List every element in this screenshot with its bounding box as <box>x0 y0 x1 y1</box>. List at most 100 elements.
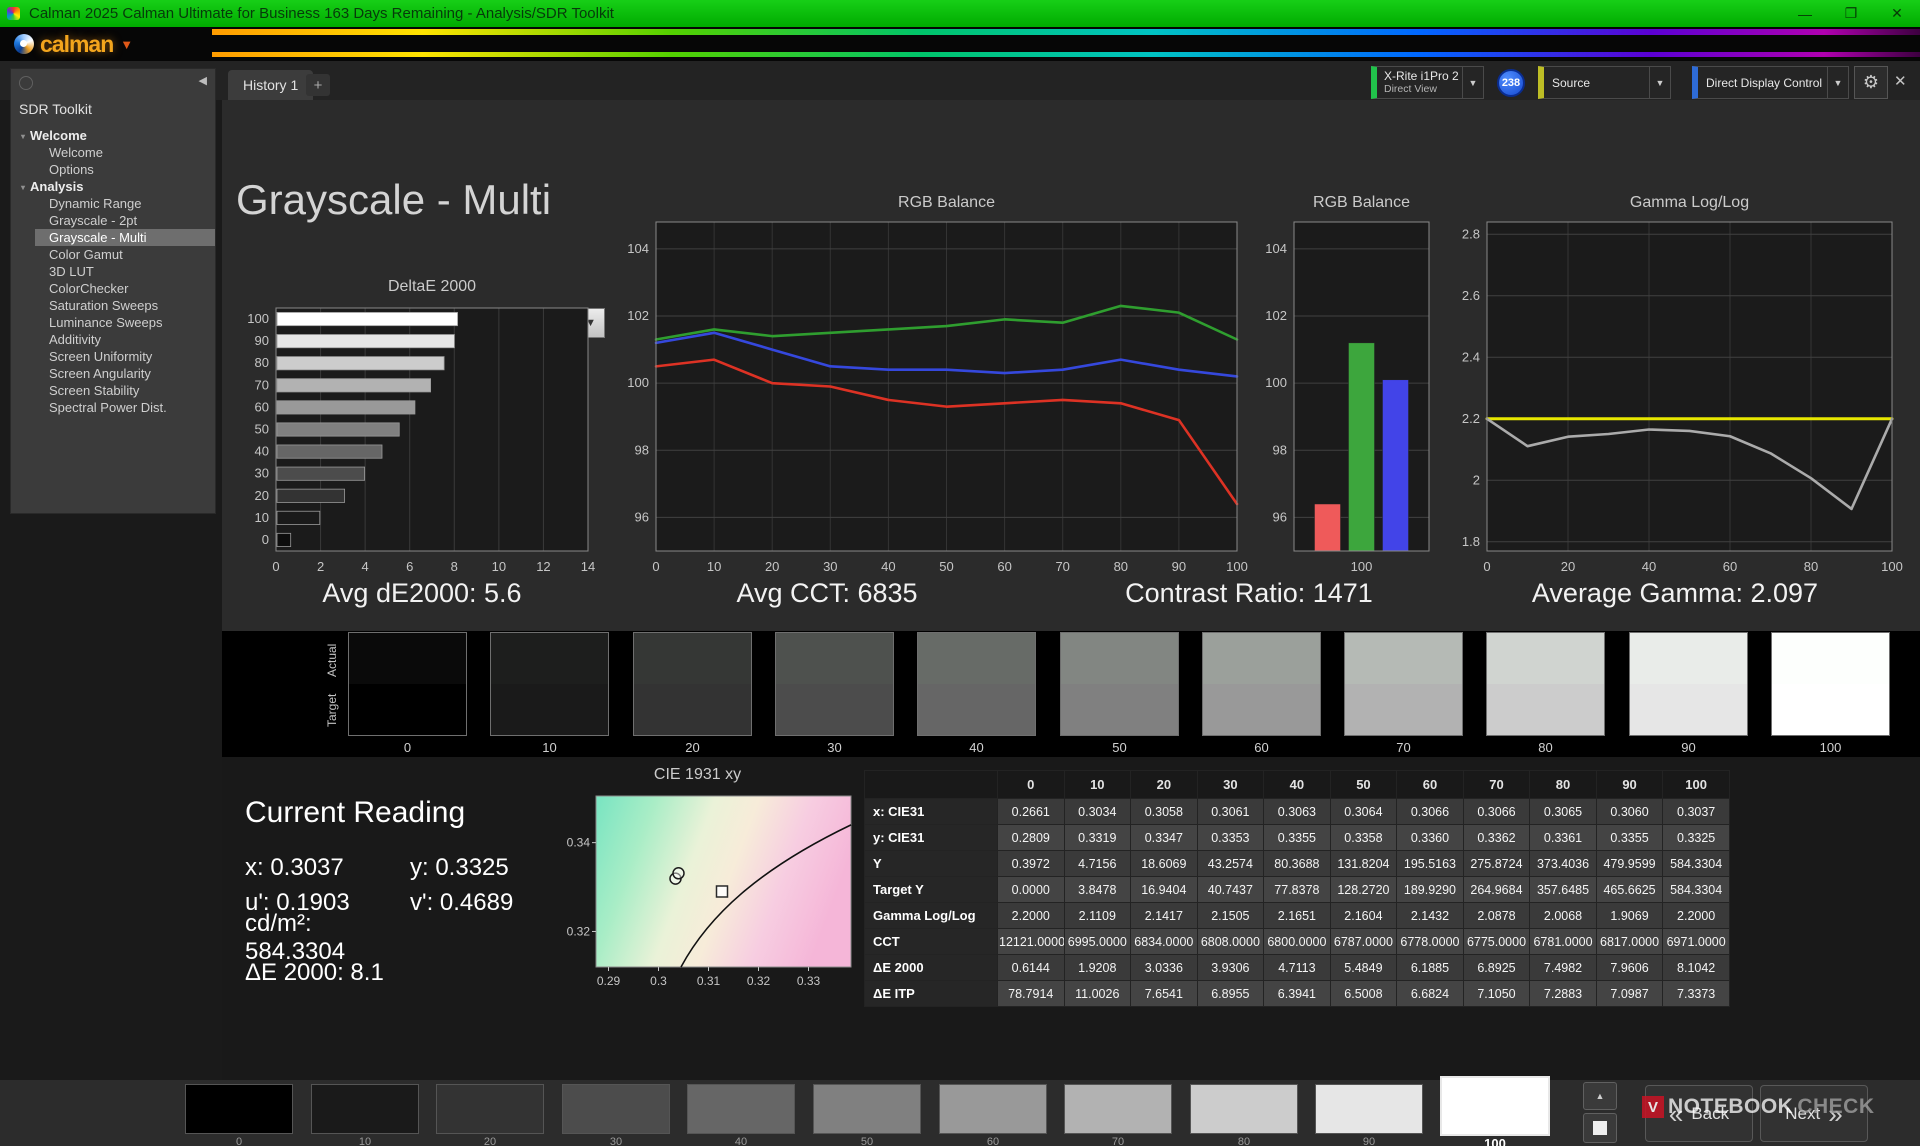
meter-status-badge[interactable]: 238 <box>1497 69 1525 97</box>
svg-text:0.32: 0.32 <box>567 924 591 938</box>
pattern-patch-50[interactable] <box>813 1084 921 1134</box>
sidebar-item-spectral-power-dist[interactable]: Spectral Power Dist. <box>35 399 215 416</box>
svg-text:60: 60 <box>255 399 269 414</box>
pattern-window-button[interactable] <box>1583 1113 1617 1143</box>
close-button[interactable]: ✕ <box>1874 0 1920 27</box>
tree-expand-icon[interactable]: ▾ <box>21 132 25 141</box>
table-cell: 4.7156 <box>1063 850 1132 877</box>
table-cell: 7.4982 <box>1529 954 1597 981</box>
table-cell: 80.3688 <box>1263 850 1331 877</box>
back-button[interactable]: « Back <box>1645 1085 1753 1142</box>
table-cell: 6.8955 <box>1196 980 1265 1007</box>
sidebar-item-3d-lut[interactable]: 3D LUT <box>35 263 215 280</box>
svg-text:10: 10 <box>492 559 506 574</box>
sidebar-item-label: Grayscale - Multi <box>49 230 147 245</box>
pattern-patch-label: 90 <box>1362 1136 1376 1146</box>
table-row: Gamma Log/Log 2.2000 2.1109 2.1417 2.1505 2.1… <box>864 902 1730 929</box>
table-cell: 3.9306 <box>1196 954 1265 981</box>
rgb-balance-bar-chart: 96 98 100 102 104 100 <box>1248 214 1448 589</box>
pattern-patch-60[interactable] <box>939 1084 1047 1134</box>
measurement-table: 0 10 20 30 40 50 60 70 80 90 100 x: CIE31 0.2661 0.30… <box>864 770 1730 1007</box>
pattern-patch-label: 60 <box>986 1136 1000 1146</box>
table-cell: 584.3304 <box>1662 876 1730 903</box>
svg-text:102: 102 <box>1265 308 1287 323</box>
svg-text:1.8: 1.8 <box>1462 534 1480 549</box>
pattern-patch-90[interactable] <box>1315 1084 1423 1134</box>
maximize-button[interactable]: ❐ <box>1828 0 1874 27</box>
swatch-actual <box>1630 633 1747 684</box>
swatch-target <box>491 684 608 735</box>
pattern-up-button[interactable]: ▲ <box>1583 1082 1617 1110</box>
swatch-cell-40 <box>917 632 1036 736</box>
table-cell: 0.3325 <box>1662 824 1730 851</box>
sidebar-item-analysis[interactable]: ▾ Analysis <box>11 178 215 195</box>
current-reading-line: ΔE 2000: 8.1 <box>245 955 513 990</box>
meter-dropdown[interactable]: X-Rite i1Pro 2 Direct View ▼ <box>1371 66 1484 99</box>
sidebar-item-screen-stability[interactable]: Screen Stability <box>35 382 215 399</box>
table-cell: 0.3355 <box>1595 824 1664 851</box>
swatch-level-label: 40 <box>969 740 984 755</box>
table-cell: 7.0987 <box>1595 980 1664 1007</box>
tab-history-1[interactable]: History 1 <box>228 70 314 100</box>
sidebar-item-screen-angularity[interactable]: Screen Angularity <box>35 365 215 382</box>
table-cell: 16.9404 <box>1130 876 1198 903</box>
current-reading-value: y: 0.3325 <box>410 853 509 881</box>
table-cell: 373.4036 <box>1529 850 1597 877</box>
table-cell: 6.8925 <box>1462 954 1531 981</box>
table-row: Y 0.3972 4.7156 18.6069 43.2574 80.3688 131.82… <box>864 850 1730 877</box>
pattern-patch-0[interactable] <box>185 1084 293 1134</box>
svg-text:0: 0 <box>272 559 279 574</box>
swatch-level-label: 0 <box>403 740 412 755</box>
table-cell: 2.2000 <box>1662 902 1730 929</box>
calman-logo[interactable]: calman ▼ <box>0 27 212 61</box>
tree-expand-icon[interactable]: ▾ <box>21 183 25 192</box>
minimize-button[interactable]: — <box>1782 0 1828 27</box>
sidebar-item-dynamic-range[interactable]: Dynamic Range <box>35 195 215 212</box>
pattern-patch-30[interactable] <box>562 1084 670 1134</box>
pattern-patch-10[interactable] <box>311 1084 419 1134</box>
sidebar-item-color-gamut[interactable]: Color Gamut <box>35 246 215 263</box>
sidebar-item-welcome[interactable]: Welcome <box>35 144 215 161</box>
sidebar-item-colorchecker[interactable]: ColorChecker <box>35 280 215 297</box>
swatch-actual <box>1345 633 1462 684</box>
collapse-sidebar-icon[interactable]: ◀ <box>199 74 207 87</box>
svg-text:100: 100 <box>247 311 269 326</box>
pattern-patch-40[interactable] <box>687 1084 795 1134</box>
panel-menu-icon[interactable] <box>19 76 33 90</box>
settings-gear-icon[interactable]: ⚙ <box>1854 66 1888 99</box>
table-cell: 3.0336 <box>1130 954 1198 981</box>
table-row-label: y: CIE31 <box>864 824 998 851</box>
logo-menu-caret-icon[interactable]: ▼ <box>120 37 133 52</box>
meter-mode: Direct View <box>1384 83 1437 96</box>
sidebar-item-additivity[interactable]: Additivity <box>35 331 215 348</box>
close-workspace-icon[interactable]: ✕ <box>1894 72 1907 90</box>
actual-row-label: Actual <box>325 643 339 677</box>
sidebar-item-options[interactable]: Options <box>35 161 215 178</box>
window-titlebar: Calman 2025 Calman Ultimate for Business… <box>0 0 1920 27</box>
source-dropdown[interactable]: Source ▼ <box>1538 66 1671 99</box>
table-cell: 2.1505 <box>1196 902 1265 929</box>
add-tab-button[interactable]: + <box>306 74 330 96</box>
sidebar-item-saturation-sweeps[interactable]: Saturation Sweeps <box>35 297 215 314</box>
sidebar-item-grayscale-multi[interactable]: Grayscale - Multi <box>35 229 215 246</box>
sidebar-item-grayscale-2pt[interactable]: Grayscale - 2pt <box>35 212 215 229</box>
sidebar-item-luminance-sweeps[interactable]: Luminance Sweeps <box>35 314 215 331</box>
pattern-patch-80[interactable] <box>1190 1084 1298 1134</box>
table-cell: 0.3347 <box>1130 824 1198 851</box>
next-button[interactable]: Next » <box>1760 1085 1868 1142</box>
table-cell: 6.6824 <box>1396 980 1464 1007</box>
source-label: Source <box>1552 75 1591 90</box>
svg-text:70: 70 <box>1055 559 1069 574</box>
back-label: Back <box>1691 1103 1730 1123</box>
chevrons-left-icon: « <box>1668 1098 1684 1129</box>
pattern-patch-20[interactable] <box>436 1084 544 1134</box>
sidebar-item-welcome[interactable]: ▾ Welcome <box>11 127 215 144</box>
sidebar-item-screen-uniformity[interactable]: Screen Uniformity <box>35 348 215 365</box>
table-cell: 6800.0000 <box>1263 928 1331 955</box>
pattern-patch-70[interactable] <box>1064 1084 1172 1134</box>
pattern-patch-100[interactable] <box>1440 1076 1550 1136</box>
table-column-header: 70 <box>1462 770 1531 799</box>
table-cell: 18.6069 <box>1130 850 1198 877</box>
display-control-dropdown[interactable]: Direct Display Control ▼ <box>1692 66 1849 99</box>
pattern-patch-label: 30 <box>609 1136 623 1146</box>
